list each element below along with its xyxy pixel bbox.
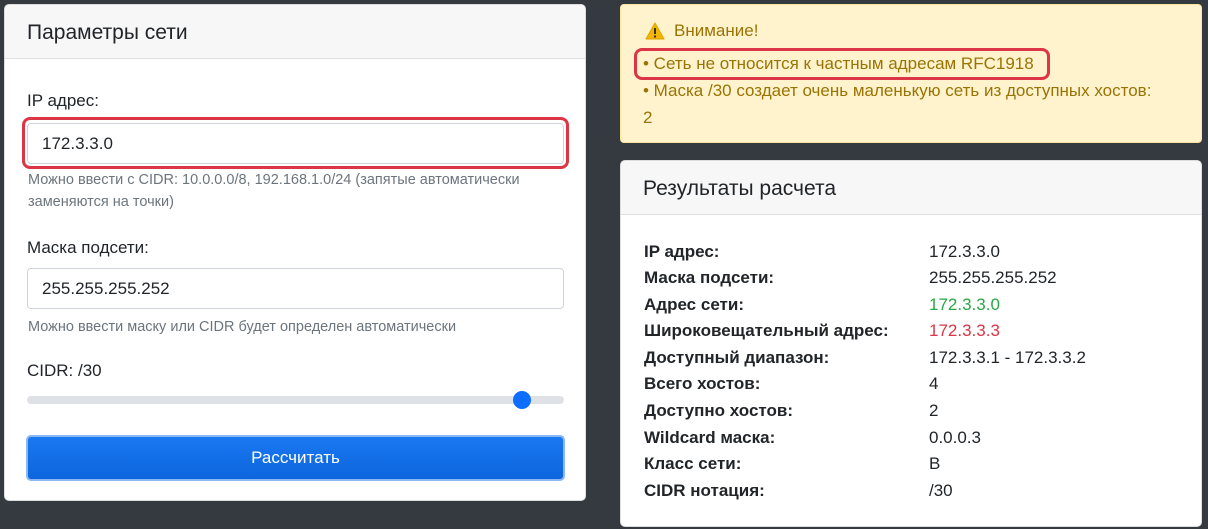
result-key: Доступный диапазон: — [644, 348, 830, 367]
result-key: Маска подсети: — [644, 268, 775, 287]
ip-hint-line-1: Можно ввести с CIDR: 10.0.0.0/8, 192.168… — [28, 172, 520, 188]
results-title: Результаты расчета — [621, 161, 1201, 215]
network-params-title: Параметры сети — [5, 5, 585, 59]
result-value: 172.3.3.1 - 172.3.3.2 — [929, 348, 1086, 367]
result-row: Wildcard маска: 0.0.0.3 — [644, 428, 1184, 454]
alert-title: Внимание! — [674, 21, 759, 40]
cidr-slider-track[interactable] — [27, 396, 564, 404]
calculate-button[interactable]: Рассчитать — [26, 435, 565, 481]
ip-input[interactable]: 172.3.3.0 — [27, 123, 564, 164]
result-row: Доступно хостов: 2 — [644, 401, 1184, 427]
ip-label: IP адрес: — [27, 91, 99, 110]
result-key: Wildcard маска: — [644, 428, 776, 447]
cidr-slider-thumb[interactable] — [513, 391, 531, 409]
network-address-value: 172.3.3.0 — [929, 295, 1000, 314]
ip-hint-line-2: заменяются на точки) — [28, 194, 174, 210]
result-value: 255.255.255.252 — [929, 268, 1057, 287]
result-value: 172.3.3.0 — [929, 242, 1000, 261]
result-row: Всего хостов: 4 — [644, 374, 1184, 400]
alert-title-row: Внимание! — [645, 21, 758, 41]
result-row: Маска подсети: 255.255.255.252 — [644, 268, 1184, 294]
result-key: Адрес сети: — [644, 295, 744, 314]
result-row: CIDR нотация: /30 — [644, 481, 1184, 507]
network-params-card: Параметры сети IP адрес: 172.3.3.0 Можно… — [4, 4, 586, 501]
warning-triangle-icon — [645, 21, 665, 41]
result-row: IP адрес: 172.3.3.0 — [644, 242, 1184, 268]
result-row: Адрес сети: 172.3.3.0 — [644, 295, 1184, 321]
result-value: /30 — [929, 481, 953, 500]
alert-line-rfc1918: • Сеть не относится к частным адресам RF… — [643, 54, 1034, 73]
result-value: B — [929, 454, 941, 473]
result-key: IP адрес: — [644, 242, 720, 261]
result-key: CIDR нотация: — [644, 481, 765, 500]
results-card: Результаты расчета IP адрес: 172.3.3.0 М… — [620, 160, 1202, 527]
result-row: Доступный диапазон: 172.3.3.1 - 172.3.3.… — [644, 348, 1184, 374]
mask-hint: Можно ввести маску или CIDR будет опреде… — [28, 319, 457, 335]
broadcast-address-value: 172.3.3.3 — [929, 321, 1000, 340]
result-key: Класс сети: — [644, 454, 742, 473]
result-key: Всего хостов: — [644, 374, 761, 393]
result-row: Класс сети: B — [644, 454, 1184, 480]
result-key: Доступно хостов: — [644, 401, 794, 420]
mask-input[interactable]: 255.255.255.252 — [27, 268, 564, 309]
result-key: Широковещательный адрес: — [644, 321, 889, 340]
result-value: 4 — [929, 374, 939, 393]
warning-alert: Внимание! • Сеть не относится к частным … — [620, 4, 1202, 143]
cidr-label: CIDR: /30 — [27, 361, 102, 380]
result-value: 0.0.0.3 — [929, 428, 981, 447]
result-row: Широковещательный адрес: 172.3.3.3 — [644, 321, 1184, 347]
alert-line-mask: • Маска /30 создает очень маленькую сеть… — [643, 81, 1152, 100]
result-value: 2 — [929, 401, 939, 420]
alert-line-hosts-count: 2 — [643, 108, 653, 127]
mask-label: Маска подсети: — [27, 238, 149, 257]
